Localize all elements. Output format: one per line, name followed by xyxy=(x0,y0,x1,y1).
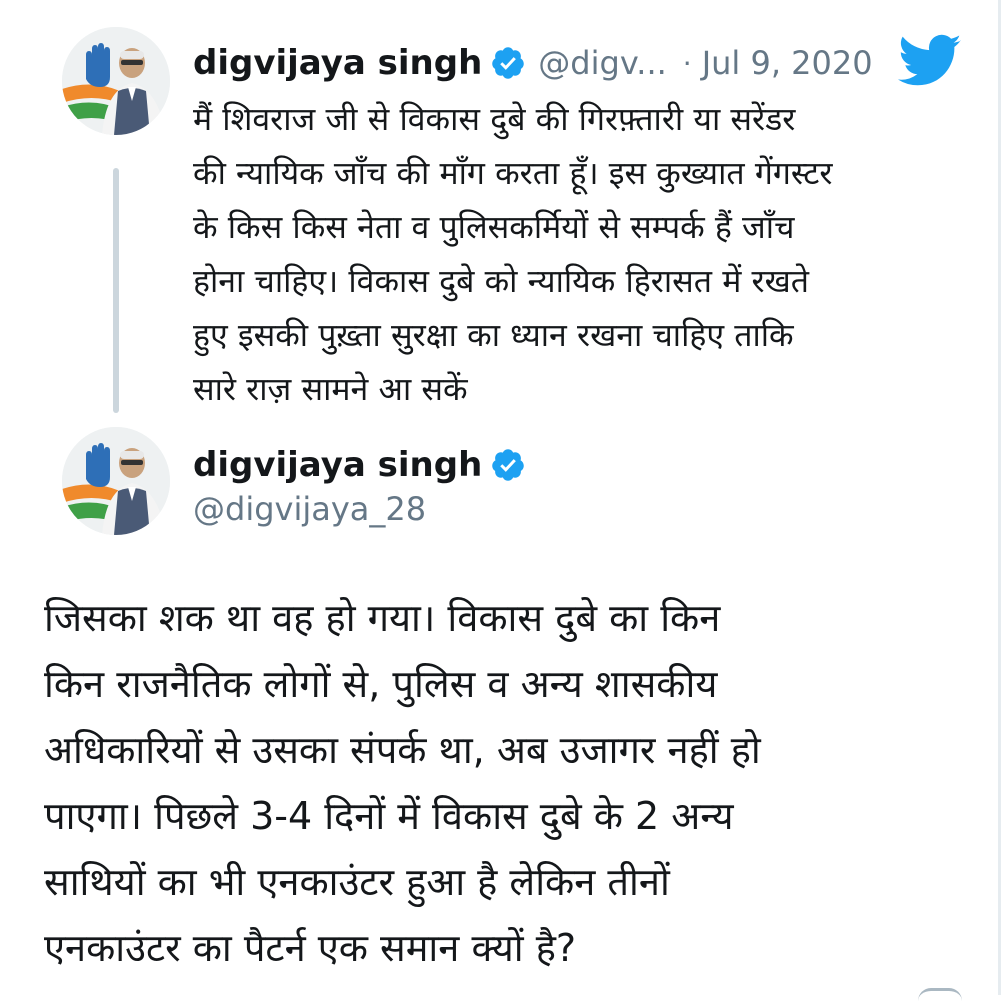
verified-badge-icon xyxy=(490,45,526,81)
parent-author-row: digvijaya singh @digv... · Jul 9, 2020 xyxy=(193,38,873,88)
text-line: होना चाहिए। विकास दुबे को न्यायिक हिरासत… xyxy=(193,262,809,300)
author-handle[interactable]: @digv... xyxy=(538,44,666,82)
text-line: पाएगा। पिछले 3-4 दिनों में विकास दुबे के… xyxy=(44,794,734,838)
text-line: मैं शिवराज जी से विकास दुबे की गिरफ़्तार… xyxy=(193,100,796,138)
parent-tweet-text: मैं शिवराज जी से विकास दुबे की गिरफ़्तार… xyxy=(193,92,973,416)
avatar[interactable] xyxy=(62,27,170,135)
text-line: की न्यायिक जॉंच की मॉंग करता हूँ। इस कुख… xyxy=(193,154,833,192)
text-line: अधिकारियों से उसका संपर्क था, अब उजागर न… xyxy=(44,728,761,772)
text-line: किन राजनैतिक लोगों से, पुलिस व अन्य शासक… xyxy=(44,662,718,706)
author-name[interactable]: digvijaya singh xyxy=(193,43,482,83)
thread-connector-line xyxy=(113,168,119,413)
text-line: सारे राज़ सामने आ सकें xyxy=(193,370,468,408)
text-line: हुए इसकी पुख़्ता सुरक्षा का ध्यान रखना च… xyxy=(193,316,794,354)
separator-dot: · xyxy=(682,46,692,80)
verified-badge-icon xyxy=(490,447,526,483)
parent-tweet[interactable]: digvijaya singh @digv... · Jul 9, 2020 म… xyxy=(0,0,1001,420)
main-tweet-text: जिसका शक था वह हो गया। विकास दुबे का किन… xyxy=(44,585,984,981)
author-handle[interactable]: @digvijaya_28 xyxy=(193,490,426,528)
avatar[interactable] xyxy=(62,427,170,535)
main-tweet-header: digvijaya singh @digvijaya_28 xyxy=(0,420,1001,570)
text-line: के किस किस नेता व पुलिसकर्मियों से सम्पर… xyxy=(193,208,795,246)
twitter-bird-icon xyxy=(898,34,962,88)
author-name[interactable]: digvijaya singh xyxy=(193,445,482,485)
text-line: साथियों का भी एनकाउंटर हुआ है लेकिन तीनो… xyxy=(44,860,670,904)
text-line: जिसका शक था वह हो गया। विकास दुबे का किन xyxy=(44,596,721,640)
main-author-row: digvijaya singh xyxy=(193,442,526,488)
tweet-card: digvijaya singh @digv... · Jul 9, 2020 म… xyxy=(0,0,1001,995)
tweet-date[interactable]: Jul 9, 2020 xyxy=(702,44,873,82)
text-line: एनकाउंटर का पैटर्न एक समान क्यों है? xyxy=(44,926,577,970)
